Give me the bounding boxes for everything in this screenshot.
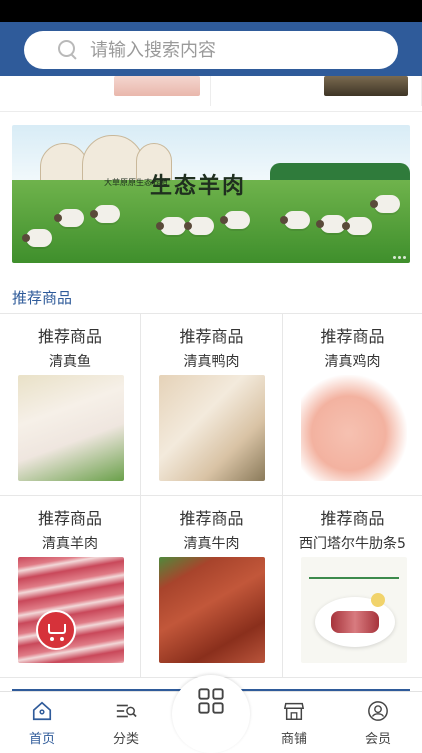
product-subtitle: 清真牛肉 (183, 536, 240, 552)
tab-label: 分类 (112, 732, 139, 747)
tab-label: 会员 (364, 732, 391, 747)
sheep-image (280, 211, 310, 229)
product-thumbnail (324, 76, 408, 96)
sheep-image (54, 209, 84, 227)
chicken-breast-image (301, 375, 407, 481)
tab-label: 首页 (28, 732, 55, 747)
discover-grid-icon (198, 688, 224, 714)
category-list-icon (116, 704, 137, 718)
product-name: 推荐商品 (320, 509, 385, 528)
search-header (0, 22, 422, 76)
tab-shop[interactable]: 商铺 (252, 692, 336, 751)
member-icon (368, 701, 388, 721)
product-subtitle: 清真鸭肉 (183, 354, 240, 370)
product-subtitle: 西门塔尔牛肋条5 (299, 536, 406, 552)
product-card[interactable]: 推荐商品 清真鱼 (0, 314, 141, 496)
sheep-image (22, 229, 52, 247)
product-name: 推荐商品 (179, 509, 244, 528)
lamb-rolls-image (18, 557, 124, 663)
shop-icon (283, 702, 305, 720)
sheep-image (156, 217, 186, 235)
home-icon (32, 701, 52, 721)
sheep-image (220, 211, 250, 229)
scrolled-product-strip (0, 76, 422, 112)
product-name: 推荐商品 (37, 327, 102, 346)
section-title: 推荐商品 (12, 289, 73, 307)
product-card[interactable]: 推荐商品 西门塔尔牛肋条5 (283, 496, 422, 678)
strip-cell[interactable] (0, 76, 211, 106)
product-subtitle: 清真羊肉 (42, 536, 98, 552)
product-card[interactable]: 推荐商品 清真鸡肉 (283, 314, 422, 496)
product-subtitle: 清真鸡肉 (324, 354, 381, 370)
product-name: 推荐商品 (37, 509, 102, 528)
duck-meat-image (159, 375, 265, 481)
add-to-cart-icon[interactable] (36, 610, 76, 650)
yurt-image (40, 143, 88, 183)
beef-slices-image (159, 557, 265, 663)
status-bar (0, 0, 422, 22)
product-name: 推荐商品 (179, 327, 244, 346)
product-card[interactable]: 推荐商品 清真羊肉 (0, 496, 141, 678)
product-thumbnail (114, 76, 200, 96)
sheep-image (370, 195, 400, 213)
sheep-image (184, 217, 214, 235)
strip-cell[interactable] (211, 76, 422, 106)
banner-title: 生态羊肉 (150, 173, 247, 199)
product-grid: 推荐商品 清真鱼 推荐商品 清真鸭肉 推荐商品 清真鸡肉 推荐商品 清真羊肉 推… (0, 313, 422, 678)
product-card[interactable]: 推荐商品 清真牛肉 (141, 496, 283, 678)
tab-member[interactable]: 会员 (336, 692, 420, 751)
beef-ribs-package-image (301, 557, 407, 663)
fish-fillet-image (18, 375, 124, 481)
promo-banner[interactable]: 大草原原生态养殖 生态羊肉 (12, 125, 410, 263)
product-card[interactable]: 推荐商品 清真鸭肉 (141, 314, 283, 496)
tab-home[interactable]: 首页 (0, 692, 84, 751)
search-input[interactable] (62, 39, 398, 61)
discover-center-button[interactable] (172, 675, 250, 753)
tab-category[interactable]: 分类 (84, 692, 168, 751)
search-icon (58, 40, 78, 60)
banner-pager-dots (393, 256, 406, 259)
product-name: 推荐商品 (320, 327, 385, 346)
sheep-image (90, 205, 120, 223)
product-subtitle: 清真鱼 (49, 354, 91, 370)
sheep-image (342, 217, 372, 235)
tab-label: 商铺 (280, 732, 307, 747)
search-bar[interactable] (24, 31, 398, 69)
